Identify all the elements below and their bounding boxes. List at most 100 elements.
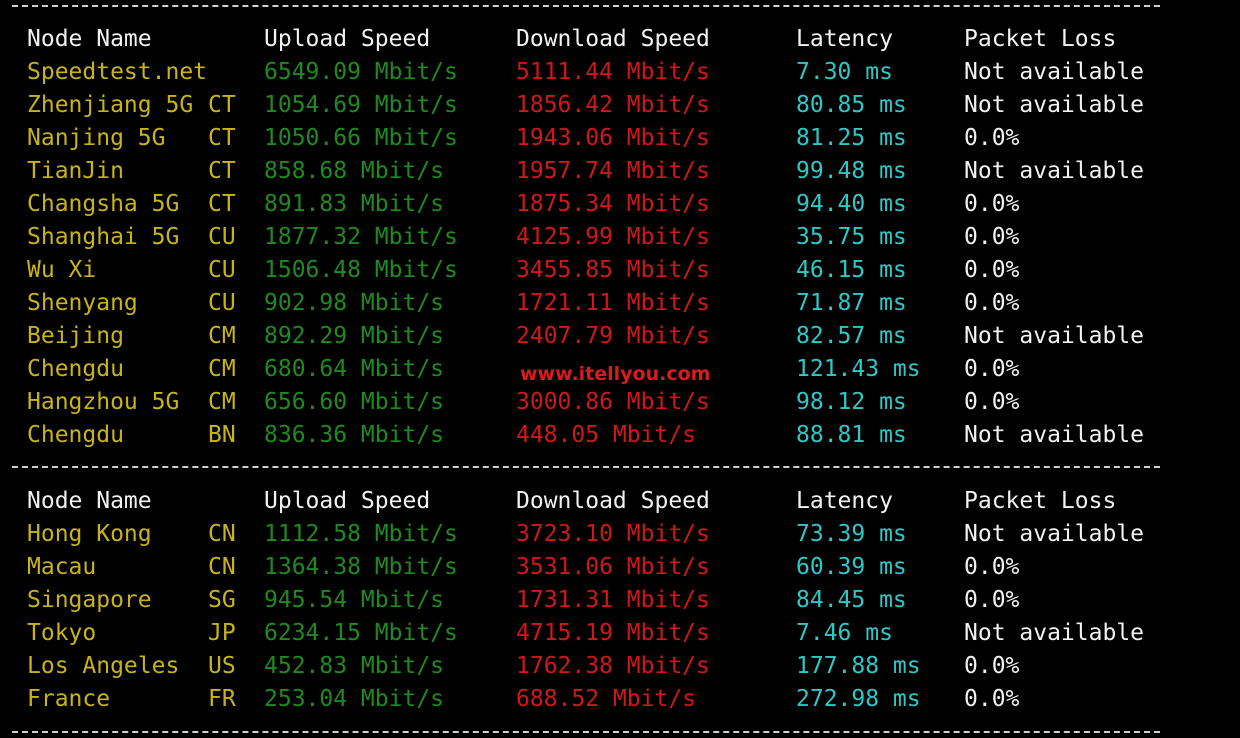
- packet-loss-cell: Not available: [964, 158, 1145, 184]
- upload-speed-cell: 891.83 Mbit/s: [264, 191, 445, 217]
- packet-loss-cell: 0.0%: [964, 290, 1020, 316]
- table-row: Singapore SG 945.54 Mbit/s 1731.31 Mbit/s 84…: [0, 584, 1240, 617]
- packet-loss-cell: 0.0%: [964, 224, 1020, 250]
- node-name-cell: TianJin: [27, 158, 124, 184]
- download-speed-cell: 1721.11 Mbit/s: [516, 290, 710, 316]
- node-name-cell: Los Angeles: [27, 653, 180, 679]
- header-latency: Latency: [796, 488, 893, 514]
- download-speed-cell: 1957.74 Mbit/s: [516, 158, 710, 184]
- packet-loss-cell: Not available: [964, 59, 1145, 85]
- separator-line-middle: [12, 466, 1160, 468]
- isp-code-cell: BN: [208, 422, 236, 448]
- latency-cell: 98.12 ms: [796, 389, 907, 415]
- download-speed-cell: 4125.99 Mbit/s: [516, 224, 710, 250]
- isp-code-cell: CU: [208, 257, 236, 283]
- separator-line-top: [12, 5, 1160, 7]
- terminal-window: Node Name Upload Speed Download Speed La…: [0, 0, 1240, 738]
- table-row: Los Angeles US 452.83 Mbit/s 1762.38 Mbit/s…: [0, 650, 1240, 683]
- header-upload-speed: Upload Speed: [264, 26, 431, 52]
- download-speed-cell: 448.05 Mbit/s: [516, 422, 697, 448]
- header-packet-loss: Packet Loss: [964, 488, 1117, 514]
- isp-code-cell: JP: [208, 620, 236, 646]
- latency-cell: 81.25 ms: [796, 125, 907, 151]
- latency-cell: 35.75 ms: [796, 224, 907, 250]
- isp-code-cell: CN: [208, 554, 236, 580]
- node-name-cell: Shenyang: [27, 290, 138, 316]
- packet-loss-cell: Not available: [964, 422, 1145, 448]
- download-speed-cell: 3455.85 Mbit/s: [516, 257, 710, 283]
- packet-loss-cell: 0.0%: [964, 389, 1020, 415]
- latency-cell: 7.46 ms: [796, 620, 893, 646]
- watermark-text: www.itellyou.com: [520, 363, 711, 385]
- upload-speed-cell: 253.04 Mbit/s: [264, 686, 445, 712]
- packet-loss-cell: Not available: [964, 620, 1145, 646]
- header-upload-speed: Upload Speed: [264, 488, 431, 514]
- download-speed-cell: 1875.34 Mbit/s: [516, 191, 710, 217]
- isp-code-cell: CT: [208, 191, 236, 217]
- upload-speed-cell: 1506.48 Mbit/s: [264, 257, 458, 283]
- node-name-cell: Beijing: [27, 323, 124, 349]
- table-row: Zhenjiang 5G CT 1054.69 Mbit/s 1856.42 Mbit…: [0, 89, 1240, 122]
- speedtest-table-international: Node Name Upload Speed Download Speed La…: [0, 485, 1240, 716]
- node-name-cell: Wu Xi: [27, 257, 97, 283]
- latency-cell: 46.15 ms: [796, 257, 907, 283]
- upload-speed-cell: 1877.32 Mbit/s: [264, 224, 458, 250]
- download-speed-cell: 3531.06 Mbit/s: [516, 554, 710, 580]
- node-name-cell: Chengdu: [27, 356, 124, 382]
- table-header: Node Name Upload Speed Download Speed La…: [0, 23, 1240, 56]
- table-row: Speedtest.net 6549.09 Mbit/s 5111.44 Mbit/…: [0, 56, 1240, 89]
- latency-cell: 121.43 ms: [796, 356, 921, 382]
- isp-code-cell: CM: [208, 389, 236, 415]
- header-download-speed: Download Speed: [516, 26, 710, 52]
- isp-code-cell: CT: [208, 125, 236, 151]
- upload-speed-cell: 1364.38 Mbit/s: [264, 554, 458, 580]
- download-speed-cell: 1731.31 Mbit/s: [516, 587, 710, 613]
- table-row: France FR 253.04 Mbit/s 688.52 Mbit/s 272.98…: [0, 683, 1240, 716]
- isp-code-cell: CT: [208, 92, 236, 118]
- packet-loss-cell: 0.0%: [964, 257, 1020, 283]
- node-name-cell: Hangzhou 5G: [27, 389, 180, 415]
- table-row: Chengdu BN 836.36 Mbit/s 448.05 Mbit/s 88.81…: [0, 419, 1240, 452]
- isp-code-cell: SG: [208, 587, 236, 613]
- latency-cell: 272.98 ms: [796, 686, 921, 712]
- download-speed-cell: 1762.38 Mbit/s: [516, 653, 710, 679]
- download-speed-cell: 1856.42 Mbit/s: [516, 92, 710, 118]
- header-node-name: Node Name: [27, 488, 152, 514]
- download-speed-cell: 3723.10 Mbit/s: [516, 521, 710, 547]
- upload-speed-cell: 892.29 Mbit/s: [264, 323, 445, 349]
- node-name-cell: France: [27, 686, 111, 712]
- download-speed-cell: 688.52 Mbit/s: [516, 686, 697, 712]
- latency-cell: 7.30 ms: [796, 59, 893, 85]
- latency-cell: 94.40 ms: [796, 191, 907, 217]
- download-speed-cell: 5111.44 Mbit/s: [516, 59, 710, 85]
- packet-loss-cell: 0.0%: [964, 356, 1020, 382]
- packet-loss-cell: 0.0%: [964, 191, 1020, 217]
- download-speed-cell: 4715.19 Mbit/s: [516, 620, 710, 646]
- header-download-speed: Download Speed: [516, 488, 710, 514]
- packet-loss-cell: 0.0%: [964, 587, 1020, 613]
- upload-speed-cell: 945.54 Mbit/s: [264, 587, 445, 613]
- packet-loss-cell: 0.0%: [964, 554, 1020, 580]
- upload-speed-cell: 902.98 Mbit/s: [264, 290, 445, 316]
- header-latency: Latency: [796, 26, 893, 52]
- upload-speed-cell: 680.64 Mbit/s: [264, 356, 445, 382]
- isp-code-cell: CM: [208, 323, 236, 349]
- node-name-cell: Singapore: [27, 587, 152, 613]
- node-name-cell: Zhenjiang 5G: [27, 92, 194, 118]
- latency-cell: 177.88 ms: [796, 653, 921, 679]
- node-name-cell: Chengdu: [27, 422, 124, 448]
- separator-line-bottom: [12, 731, 1160, 733]
- latency-cell: 71.87 ms: [796, 290, 907, 316]
- upload-speed-cell: 656.60 Mbit/s: [264, 389, 445, 415]
- packet-loss-cell: Not available: [964, 92, 1145, 118]
- table-header: Node Name Upload Speed Download Speed La…: [0, 485, 1240, 518]
- table-row: Macau CN 1364.38 Mbit/s 3531.06 Mbit/s 60.39…: [0, 551, 1240, 584]
- upload-speed-cell: 6549.09 Mbit/s: [264, 59, 458, 85]
- node-name-cell: Macau: [27, 554, 97, 580]
- table-row: Shanghai 5G CU 1877.32 Mbit/s 4125.99 Mbit/…: [0, 221, 1240, 254]
- node-name-cell: Changsha 5G: [27, 191, 180, 217]
- packet-loss-cell: Not available: [964, 323, 1145, 349]
- table-row: Changsha 5G CT 891.83 Mbit/s 1875.34 Mbit/s…: [0, 188, 1240, 221]
- download-speed-cell: 1943.06 Mbit/s: [516, 125, 710, 151]
- table-row: Wu Xi CU 1506.48 Mbit/s 3455.85 Mbit/s 46.15…: [0, 254, 1240, 287]
